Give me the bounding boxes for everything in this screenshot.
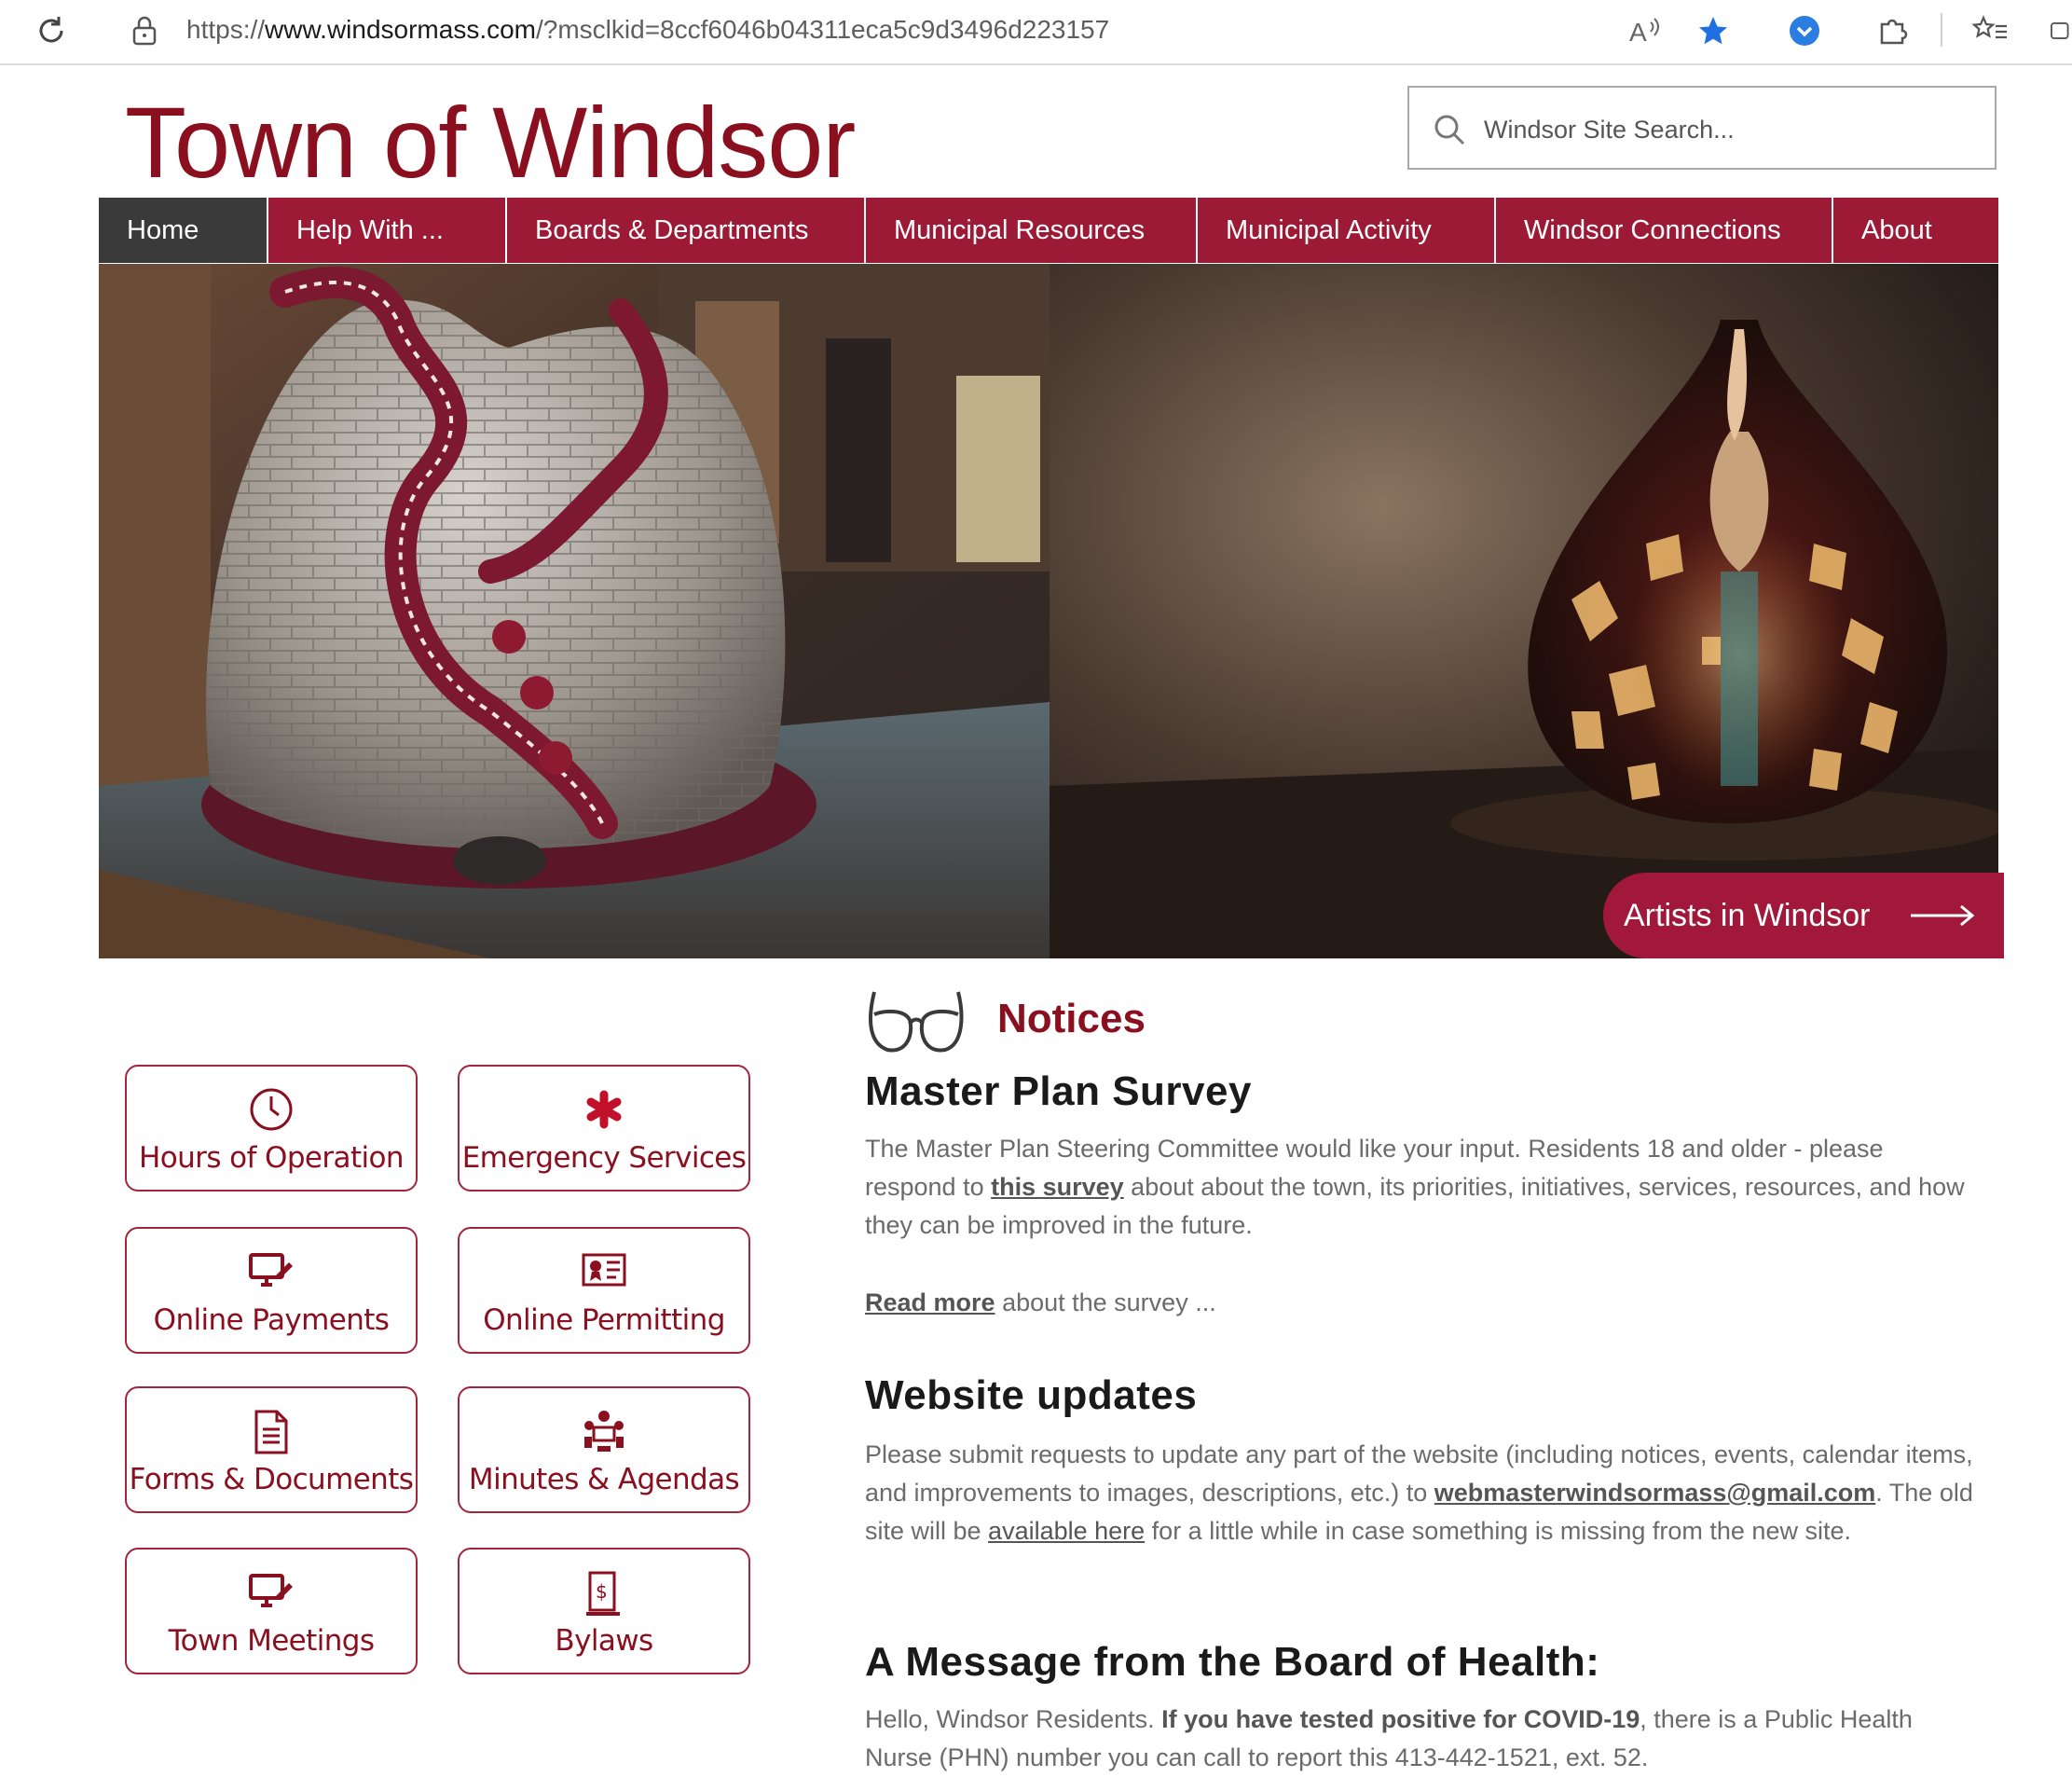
extensions-icon[interactable] xyxy=(1873,7,1911,54)
monitor-pen-icon xyxy=(249,1574,293,1607)
tile-label: Online Permitting xyxy=(483,1303,725,1337)
tile-online-payments[interactable]: Online Payments xyxy=(125,1227,418,1354)
url-prefix: https:// xyxy=(186,15,266,44)
nav-help-with[interactable]: Help With ... xyxy=(268,198,507,263)
tile-town-meetings[interactable]: Town Meetings xyxy=(125,1548,418,1674)
meeting-icon xyxy=(584,1411,624,1452)
svg-text:A: A xyxy=(1629,18,1647,47)
lock-icon[interactable] xyxy=(126,7,163,54)
artists-in-windsor-button[interactable]: Artists in Windsor xyxy=(1603,873,2004,958)
search-icon[interactable] xyxy=(1432,112,1467,147)
tile-label: Minutes & Agendas xyxy=(468,1463,740,1496)
document-icon xyxy=(254,1410,288,1454)
nav-home[interactable]: Home xyxy=(99,198,268,263)
bylaws-icon: $ xyxy=(586,1571,620,1616)
asterisk-icon xyxy=(586,1090,622,1129)
nav-windsor-connections[interactable]: Windsor Connections xyxy=(1496,198,1833,263)
read-more-link[interactable]: Read more xyxy=(865,1288,995,1316)
site-search[interactable] xyxy=(1407,86,1997,170)
arrow-right-icon xyxy=(1911,904,1975,927)
url-path: /?msclkid=8ccf6046b04311eca5c9d3496d2231… xyxy=(536,15,1110,44)
address-bar[interactable]: https://www.windsormass.com/?msclkid=8cc… xyxy=(186,11,1109,48)
tile-bylaws[interactable]: $ Bylaws xyxy=(458,1548,750,1674)
old-site-link[interactable]: available here xyxy=(988,1517,1145,1545)
search-input[interactable] xyxy=(1482,104,1980,155)
nav-municipal-resources[interactable]: Municipal Resources xyxy=(866,198,1198,263)
notice-body-master-plan: The Master Plan Steering Committee would… xyxy=(865,1130,1974,1245)
notice-text: Hello, Windsor Residents. xyxy=(865,1705,1162,1733)
tile-label: Town Meetings xyxy=(168,1624,375,1658)
tile-online-permitting[interactable]: Online Permitting xyxy=(458,1227,750,1354)
notice-read-more: Read more about the survey ... xyxy=(865,1284,1974,1322)
reload-icon[interactable] xyxy=(28,7,75,54)
artists-button-label: Artists in Windsor xyxy=(1624,898,1871,933)
url-host: www.windsormass.com xyxy=(265,15,536,44)
hero-banner xyxy=(99,264,1998,958)
notice-title-master-plan: Master Plan Survey xyxy=(865,1068,1252,1114)
notice-body-website-updates: Please submit requests to update any par… xyxy=(865,1436,1974,1550)
notice-body-board-of-health: Hello, Windsor Residents. If you have te… xyxy=(865,1701,1974,1777)
read-aloud-icon[interactable]: A xyxy=(1626,7,1664,54)
monitor-pen-icon xyxy=(249,1253,293,1287)
hero-image-gourd-lamp xyxy=(1050,264,1998,958)
browser-toolbar: https://www.windsormass.com/?msclkid=8cc… xyxy=(0,0,2072,65)
webmaster-email-link[interactable]: webmasterwindsormass@gmail.com xyxy=(1434,1479,1876,1507)
nav-boards-departments[interactable]: Boards & Departments xyxy=(507,198,866,263)
nav-about[interactable]: About xyxy=(1833,198,1998,263)
clock-icon xyxy=(250,1088,293,1131)
notice-text: about the survey ... xyxy=(995,1288,1216,1316)
svg-text:$: $ xyxy=(596,1580,608,1603)
favorite-star-icon[interactable] xyxy=(1695,7,1732,54)
tile-label: Online Payments xyxy=(153,1303,390,1337)
tile-label: Hours of Operation xyxy=(139,1141,404,1175)
toolbar-divider xyxy=(1941,13,1942,47)
hero-image-pottery xyxy=(99,264,1050,958)
collections-icon[interactable] xyxy=(2049,7,2072,54)
tile-emergency-services[interactable]: Emergency Services xyxy=(458,1065,750,1192)
tile-label: Bylaws xyxy=(555,1624,653,1658)
tile-hours-of-operation[interactable]: Hours of Operation xyxy=(125,1065,418,1192)
shield-extension-icon[interactable] xyxy=(1786,7,1823,54)
certificate-icon xyxy=(582,1253,626,1287)
tile-forms-documents[interactable]: Forms & Documents xyxy=(125,1386,418,1513)
favorites-list-icon[interactable] xyxy=(1969,7,2011,54)
notice-bold-text: If you have tested positive for COVID-19 xyxy=(1161,1705,1640,1733)
survey-link[interactable]: this survey xyxy=(991,1173,1124,1201)
tile-label: Forms & Documents xyxy=(129,1463,414,1496)
tile-label: Emergency Services xyxy=(461,1141,747,1175)
notices-heading: Notices xyxy=(997,996,1146,1041)
tile-minutes-agendas[interactable]: Minutes & Agendas xyxy=(458,1386,750,1513)
notice-text: for a little while in case something is … xyxy=(1145,1517,1851,1545)
notice-title-board-of-health: A Message from the Board of Health: xyxy=(865,1639,1600,1685)
reading-glasses-icon xyxy=(869,991,964,1053)
main-nav: Home Help With ... Boards & Departments … xyxy=(99,198,1998,263)
nav-municipal-activity[interactable]: Municipal Activity xyxy=(1198,198,1496,263)
site-title[interactable]: Town of Windsor xyxy=(125,82,856,203)
notice-title-website-updates: Website updates xyxy=(865,1372,1198,1418)
